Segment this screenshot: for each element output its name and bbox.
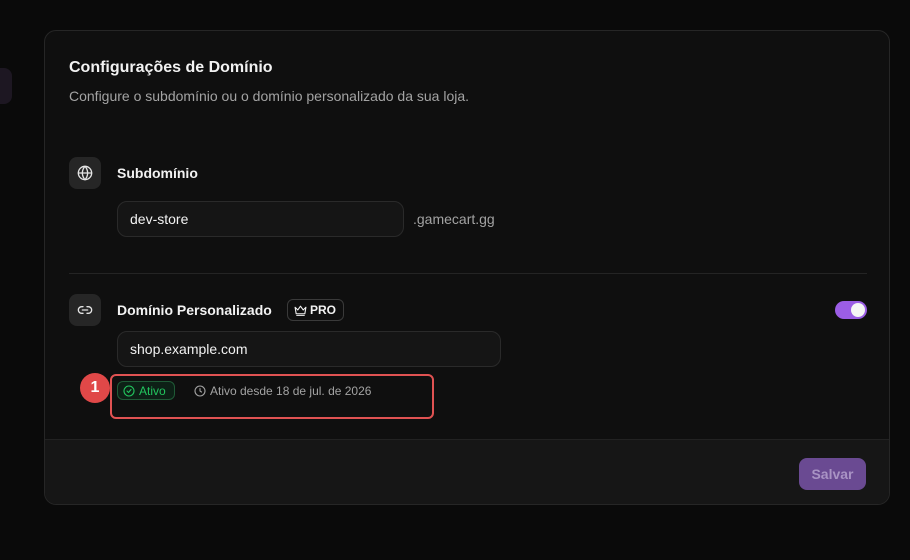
custom-domain-toggle[interactable] [835,301,867,319]
card-footer: Salvar [45,439,889,504]
custom-domain-input[interactable] [117,331,501,367]
link-icon [69,294,101,326]
crown-icon [294,304,307,317]
subdomain-label: Subdomínio [117,165,198,181]
toggle-knob [851,303,865,317]
save-button[interactable]: Salvar [799,458,866,490]
annotation-box [110,374,434,419]
globe-icon [69,157,101,189]
page: Configurações de Domínio Configure o sub… [0,0,910,560]
subdomain-suffix: .gamecart.gg [413,211,495,227]
section-divider [69,273,867,274]
card-subtitle: Configure o subdomínio ou o domínio pers… [69,88,470,104]
sidebar-active-item[interactable] [0,68,12,104]
pro-badge-label: PRO [310,303,337,317]
custom-domain-label: Domínio Personalizado [117,302,272,318]
annotation-marker: 1 [80,373,110,403]
card-title: Configurações de Domínio [69,59,273,76]
subdomain-input[interactable] [117,201,404,237]
domain-settings-card: Configurações de Domínio Configure o sub… [44,30,890,505]
pro-badge: PRO [287,299,345,321]
